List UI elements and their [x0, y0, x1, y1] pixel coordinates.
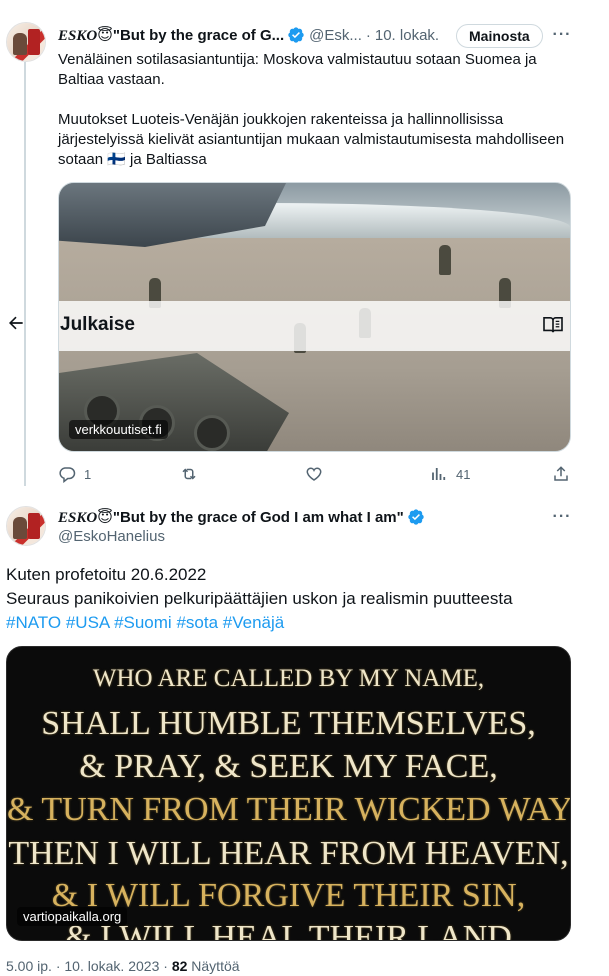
hashtag-link[interactable]: #NATO [6, 613, 61, 632]
tweet-header: ESKO😇"But by the grace of G... @Esk... ·… [58, 24, 439, 46]
more-options-icon[interactable]: ··· [552, 27, 572, 48]
tweet-text: Kuten profetoitu 20.6.2022 Seuraus panik… [6, 563, 596, 635]
hashtag-link[interactable]: #Suomi [114, 613, 172, 632]
publish-label[interactable]: Julkaise [60, 314, 135, 336]
publish-bar [59, 301, 570, 351]
more-options-icon[interactable]: ··· [552, 509, 572, 530]
hashtag-link[interactable]: #sota [176, 613, 218, 632]
tweet-header: ESKO😇"But by the grace of God I am what … [58, 506, 429, 528]
tweet-actions: 1 41 [58, 464, 570, 484]
avatar[interactable] [6, 22, 46, 62]
display-name[interactable]: ESKO😇"But by the grace of God I am what … [58, 508, 404, 527]
verified-badge-icon [408, 509, 424, 525]
tweet-meta: 5.00 ip. · 10. lokak. 2023 · 82 Näyttöä [6, 958, 240, 974]
share-button[interactable] [552, 464, 578, 484]
verse-line: THEN I WILL HEAR FROM HEAVEN, [8, 835, 569, 872]
views-button[interactable]: 41 [430, 464, 470, 484]
verse-line: SHALL HUMBLE THEMSELVES, [41, 705, 536, 742]
arrow-left-icon[interactable] [6, 313, 26, 333]
timestamp[interactable]: 10. lokak. [375, 27, 439, 44]
hashtag-link[interactable]: #Venäjä [223, 613, 284, 632]
verified-badge-icon [288, 27, 304, 43]
tweet-paragraph: Muutokset Luoteis-Venäjän joukkojen rake… [58, 111, 565, 168]
share-icon [554, 466, 568, 481]
thread-connector-line [24, 62, 26, 486]
tweet-image[interactable]: WHO ARE CALLED BY MY NAME, SHALL HUMBLE … [6, 646, 571, 941]
tweet-paragraph: Venäläinen sotilasasiantuntija: Moskova … [58, 51, 537, 88]
avatar[interactable] [6, 506, 46, 546]
verse-line: & PRAY, & SEEK MY FACE, [79, 748, 498, 785]
tweet-line: Kuten profetoitu 20.6.2022 [6, 565, 207, 584]
views-count: 82 [171, 958, 188, 974]
promote-button[interactable]: Mainosta [456, 24, 543, 48]
verse-line: WHO ARE CALLED BY MY NAME, [92, 665, 485, 692]
card-source-label: verkkouutiset.fi [69, 420, 168, 439]
reply-count: 1 [84, 466, 92, 482]
display-name[interactable]: ESKO😇"But by the grace of G... [58, 26, 284, 45]
handle[interactable]: @Esk... [309, 27, 362, 44]
hashtag-link[interactable]: #USA [66, 613, 109, 632]
reply-button[interactable]: 1 [58, 464, 91, 484]
image-source-label: vartiopaikalla.org [17, 907, 128, 926]
tweet-line: Seuraus panikoivien pelkuripäättäjien us… [6, 589, 513, 608]
views-label: Näyttöä [191, 958, 240, 974]
reply-icon [59, 467, 76, 483]
verse-line: & TURN FROM THEIR WICKED WAYS; [7, 791, 571, 828]
retweet-button[interactable] [180, 464, 206, 484]
separator: · [365, 26, 371, 44]
book-open-icon[interactable] [542, 316, 564, 334]
tweet-date[interactable]: 10. lokak. 2023 [64, 958, 159, 974]
tweet-text: Venäläinen sotilasasiantuntija: Moskova … [58, 50, 568, 190]
tweet-time[interactable]: 5.00 ip. [6, 958, 52, 974]
views-count: 41 [456, 466, 471, 482]
analytics-icon [432, 468, 446, 480]
like-button[interactable] [305, 464, 331, 484]
retweet-icon [182, 468, 196, 480]
hashtags: #NATO #USA #Suomi #sota #Venäjä [6, 611, 596, 635]
handle[interactable]: @EskoHanelius [58, 528, 165, 545]
heart-icon [306, 467, 322, 481]
